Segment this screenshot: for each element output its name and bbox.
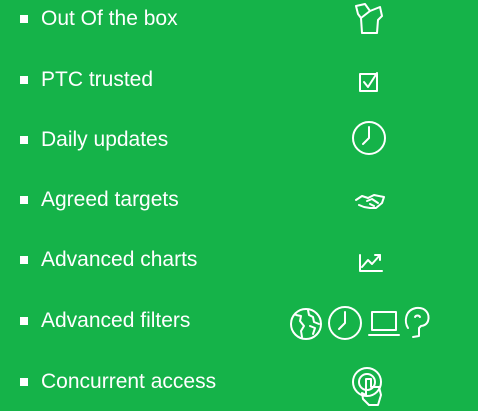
bullet xyxy=(20,256,28,264)
feature-row-agreed-targets: Agreed targets xyxy=(0,181,478,221)
bullet xyxy=(20,196,28,204)
feature-row-out-of-the-box: Out Of the box xyxy=(0,0,478,40)
bullet xyxy=(20,76,28,84)
touch-icon xyxy=(352,367,382,406)
feature-label: Advanced charts xyxy=(41,248,198,271)
feature-row-concurrent-access: Concurrent access xyxy=(0,363,478,406)
bullet xyxy=(20,136,28,144)
feature-label: PTC trusted xyxy=(41,68,154,91)
open-box-icon xyxy=(355,3,383,34)
feature-row-advanced-filters: Advanced filters xyxy=(0,302,478,342)
trend-chart-icon xyxy=(359,254,383,272)
feature-list: Out Of the box PTC trusted Daily updates… xyxy=(0,0,478,411)
feature-label: Daily updates xyxy=(41,128,169,151)
handshake-icon xyxy=(355,194,385,209)
bullet xyxy=(20,15,28,23)
bullet xyxy=(20,317,28,325)
checkbox-icon xyxy=(359,72,378,92)
feature-label: Agreed targets xyxy=(41,188,179,211)
feature-label: Advanced filters xyxy=(41,309,191,332)
feature-row-daily-updates: Daily updates xyxy=(0,121,478,161)
clock-icon xyxy=(328,306,362,340)
laptop-icon xyxy=(368,311,400,336)
feature-row-advanced-charts: Advanced charts xyxy=(0,241,478,281)
head-icon xyxy=(404,306,430,338)
feature-label: Concurrent access xyxy=(41,370,217,393)
bullet xyxy=(20,378,28,386)
clock-icon xyxy=(352,121,386,155)
globe-icon xyxy=(290,308,322,340)
feature-label: Out Of the box xyxy=(41,7,178,30)
feature-row-ptc-trusted: PTC trusted xyxy=(0,61,478,101)
